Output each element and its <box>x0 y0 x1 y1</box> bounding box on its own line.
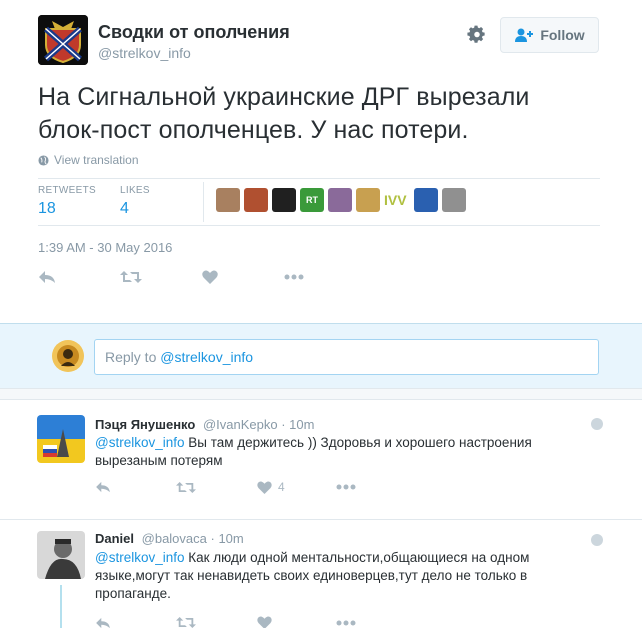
reply-icon <box>39 271 55 283</box>
more-button[interactable] <box>284 274 304 280</box>
tweet-timestamp[interactable]: 1:39 AM - 30 May 2016 <box>38 240 172 255</box>
reply-text: @strelkov_info Как люди одной ментальнос… <box>95 549 565 603</box>
likers-avatars: RT IVV <box>216 188 466 212</box>
globe-icon <box>38 154 49 166</box>
chevron-down-icon[interactable] <box>591 534 603 546</box>
liker-avatar[interactable] <box>272 188 296 212</box>
reply-mention: @strelkov_info <box>160 349 254 365</box>
more-icon <box>336 484 356 490</box>
view-translation-label: View translation <box>54 153 139 167</box>
reply-button[interactable] <box>38 270 120 284</box>
reply-icon <box>96 481 110 493</box>
main-tweet: Сводки от ополчения @strelkov_info Follo… <box>0 0 642 322</box>
view-translation-link[interactable]: View translation <box>38 153 139 167</box>
more-icon <box>336 620 356 625</box>
reply-author-name[interactable]: Пэця Янушенко <box>95 417 195 432</box>
retweets-stat[interactable]: RETWEETS 18 <box>38 185 96 218</box>
tweet-text: На Сигнальной украинские ДРГ вырезали бл… <box>38 81 618 147</box>
gear-icon[interactable] <box>466 24 488 46</box>
retweet-button[interactable] <box>120 270 202 284</box>
heart-icon <box>257 481 272 494</box>
liker-avatar[interactable]: RT <box>300 188 324 212</box>
tweet-actions <box>38 270 304 284</box>
reply-author-handle[interactable]: @balovaca <box>142 531 207 546</box>
like-button[interactable] <box>202 270 284 284</box>
reply-tweet[interactable]: Пэця Янушенко @IvanKepko · 10m @strelkov… <box>0 399 642 511</box>
reply-header: Daniel @balovaca · 10m <box>95 531 244 546</box>
reply-button[interactable] <box>95 481 176 493</box>
account-avatar[interactable] <box>38 15 88 65</box>
retweets-label: RETWEETS <box>38 185 96 196</box>
follow-button[interactable]: Follow <box>500 17 599 53</box>
tweet-text-line-2: блок-пост ополченцев. У нас потери. <box>38 116 469 144</box>
tweet-text-line-1: На Сигнальной украинские ДРГ вырезали <box>38 83 530 111</box>
divider <box>38 225 600 226</box>
reply-actions: 4 <box>95 480 356 494</box>
more-button[interactable] <box>336 620 356 626</box>
reply-author-handle[interactable]: @IvanKepko <box>203 417 278 432</box>
reply-mention[interactable]: @strelkov_info <box>95 550 185 565</box>
more-button[interactable] <box>336 484 356 490</box>
more-icon <box>284 274 304 280</box>
liker-avatar[interactable] <box>216 188 240 212</box>
reply-text: @strelkov_info Вы там держитесь )) Здоро… <box>95 434 565 470</box>
retweet-button[interactable] <box>176 481 257 494</box>
liker-avatar[interactable] <box>328 188 352 212</box>
liker-avatar[interactable] <box>442 188 466 212</box>
likes-stat[interactable]: LIKES 4 <box>120 185 150 218</box>
section-gap <box>0 389 642 399</box>
reply-icon <box>96 617 110 628</box>
reply-box: Reply to @strelkov_info <box>0 323 642 389</box>
likes-count: 4 <box>120 200 129 217</box>
retweet-button[interactable] <box>176 616 257 628</box>
user-avatar[interactable] <box>52 340 84 372</box>
likes-label: LIKES <box>120 185 150 196</box>
reply-tweet[interactable]: Daniel @balovaca · 10m @strelkov_info Ка… <box>0 519 642 628</box>
like-button[interactable]: 4 <box>257 480 336 494</box>
divider <box>38 178 600 179</box>
retweet-icon <box>176 617 196 628</box>
reply-button[interactable] <box>95 617 176 628</box>
like-count: 4 <box>278 480 285 494</box>
reply-avatar[interactable] <box>37 415 85 463</box>
liker-avatar[interactable] <box>356 188 380 212</box>
chevron-down-icon[interactable] <box>591 418 603 430</box>
like-button[interactable] <box>257 616 336 628</box>
reply-author-name[interactable]: Daniel <box>95 531 134 546</box>
add-user-icon <box>515 28 534 42</box>
liker-avatar[interactable]: IVV <box>384 188 410 212</box>
reply-avatar[interactable] <box>37 531 85 579</box>
reply-prefix: Reply to <box>105 349 161 365</box>
reply-time[interactable]: · 10m <box>281 417 314 432</box>
account-name[interactable]: Сводки от ополчения <box>98 22 290 43</box>
reply-actions <box>95 616 356 628</box>
stat-separator <box>203 182 204 222</box>
retweet-icon <box>176 481 196 493</box>
reply-time[interactable]: · 10m <box>211 531 244 546</box>
liker-avatar[interactable] <box>414 188 438 212</box>
heart-icon <box>202 270 218 284</box>
account-handle[interactable]: @strelkov_info <box>98 45 191 61</box>
heart-icon <box>257 616 272 628</box>
reply-header: Пэця Янушенко @IvanKepko · 10m <box>95 417 314 432</box>
retweets-count: 18 <box>38 200 56 217</box>
thread-line <box>60 585 62 628</box>
liker-avatar[interactable] <box>244 188 268 212</box>
follow-label: Follow <box>540 27 585 43</box>
reply-mention[interactable]: @strelkov_info <box>95 435 185 450</box>
retweet-icon <box>120 271 142 283</box>
reply-input[interactable]: Reply to @strelkov_info <box>94 339 599 375</box>
